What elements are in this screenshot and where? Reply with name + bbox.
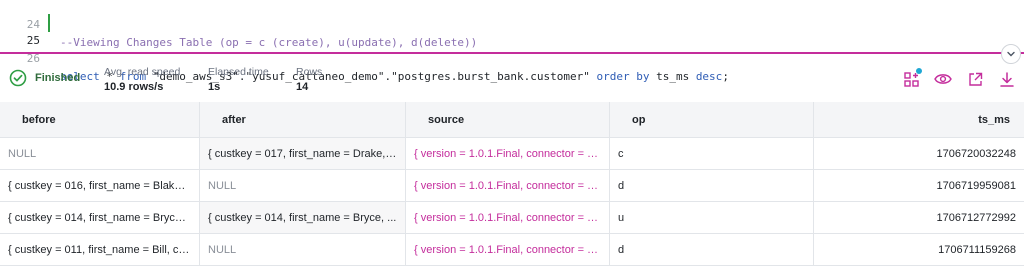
cell-ts-ms[interactable]: 1706719959081 — [814, 170, 1024, 201]
cell-value: 1706711159268 — [938, 243, 1016, 256]
column-header-after[interactable]: after — [200, 102, 406, 137]
status-label: Finished — [35, 72, 81, 84]
cell-before[interactable]: { custkey = 011, first_name = Bill, cit.… — [0, 234, 200, 265]
column-header-before[interactable]: before — [0, 102, 200, 137]
status-finished: Finished — [9, 69, 80, 87]
cell-op[interactable]: d — [610, 234, 814, 265]
cell-ts-ms[interactable]: 1706711159268 — [814, 234, 1024, 265]
download-button[interactable] — [998, 70, 1016, 88]
cell-value: { version = 1.0.1.Final, connector = p..… — [414, 147, 601, 160]
stat-value: 1s — [208, 81, 221, 93]
cell-op[interactable]: d — [610, 170, 814, 201]
cell-value: { version = 1.0.1.Final, connector = p..… — [414, 179, 601, 192]
code-line-active[interactable]: 25 select * from "demo_aws_s3"."yusuf_ca… — [0, 14, 1024, 83]
cell-after[interactable]: NULL — [200, 234, 406, 265]
cell-value: d — [618, 243, 625, 256]
cell-source[interactable]: { version = 1.0.1.Final, connector = p..… — [406, 234, 610, 265]
stat-value: 14 — [296, 81, 309, 93]
stat-elapsed-time: Elapsed time 1s — [208, 65, 269, 96]
cell-ts-ms[interactable]: 1706712772992 — [814, 202, 1024, 233]
pane-divider[interactable] — [0, 52, 1024, 54]
cell-value: { version = 1.0.1.Final, connector = p..… — [414, 211, 601, 224]
external-link-icon — [968, 72, 982, 86]
column-header-ts-ms[interactable]: ts_ms — [814, 102, 1024, 137]
grid-icon — [903, 71, 919, 87]
cell-value: { custkey = 014, first_name = Bryce, ... — [208, 211, 397, 224]
open-external-button[interactable] — [966, 70, 984, 88]
cell-source[interactable]: { version = 1.0.1.Final, connector = p..… — [406, 138, 610, 169]
stat-key: Avg. read speed — [104, 66, 181, 78]
cell-value: { custkey = 016, first_name = Blake, ... — [8, 179, 191, 192]
table-header-row: before after source op ts_ms — [0, 102, 1024, 138]
notification-dot — [916, 68, 922, 74]
eye-icon — [934, 74, 952, 84]
table-row[interactable]: { custkey = 014, first_name = Bryce,... … — [0, 202, 1024, 234]
results-table: before after source op ts_ms NULL { cust… — [0, 102, 1024, 266]
cell-value: NULL — [8, 147, 37, 160]
preview-button[interactable] — [934, 70, 952, 88]
results-toolbar — [902, 68, 1016, 88]
stat-key: Rows — [296, 66, 323, 78]
cell-ts-ms[interactable]: 1706720032248 — [814, 138, 1024, 169]
stat-rows: Rows 14 — [296, 65, 322, 96]
cell-after[interactable]: NULL — [200, 170, 406, 201]
cell-value: { custkey = 017, first_name = Drake, ... — [208, 147, 397, 160]
cell-value: { custkey = 014, first_name = Bryce,... — [8, 211, 191, 224]
stat-value: 10.9 rows/s — [104, 81, 164, 93]
cell-op[interactable]: c — [610, 138, 814, 169]
cell-before[interactable]: NULL — [0, 138, 200, 169]
cell-value: NULL — [208, 243, 237, 256]
cell-value: { version = 1.0.1.Final, connector = p..… — [414, 243, 601, 256]
column-header-op[interactable]: op — [610, 102, 814, 137]
code-line[interactable]: 26 — [0, 32, 1024, 65]
cell-value: c — [618, 147, 624, 160]
cell-value: u — [618, 211, 625, 224]
table-row[interactable]: NULL { custkey = 017, first_name = Drake… — [0, 138, 1024, 170]
cell-value: 1706720032248 — [936, 147, 1016, 160]
grid-view-button[interactable] — [902, 68, 922, 88]
table-row[interactable]: { custkey = 016, first_name = Blake, ...… — [0, 170, 1024, 202]
sql-editor[interactable]: 24 --Viewing Changes Table (op = c (crea… — [0, 0, 1024, 83]
cell-value: { custkey = 011, first_name = Bill, cit.… — [8, 243, 191, 256]
cell-source[interactable]: { version = 1.0.1.Final, connector = p..… — [406, 202, 610, 233]
cell-value: NULL — [208, 179, 237, 192]
cell-value: 1706719959081 — [936, 179, 1016, 192]
download-icon — [1000, 71, 1014, 87]
active-line-marker — [48, 14, 50, 32]
cell-before[interactable]: { custkey = 016, first_name = Blake, ... — [0, 170, 200, 201]
results-status-bar: Finished Avg. read speed 10.9 rows/s Ela… — [0, 56, 1024, 102]
column-header-source[interactable]: source — [406, 102, 610, 137]
table-row[interactable]: { custkey = 011, first_name = Bill, cit.… — [0, 234, 1024, 266]
cell-after[interactable]: { custkey = 017, first_name = Drake, ... — [200, 138, 406, 169]
cell-source[interactable]: { version = 1.0.1.Final, connector = p..… — [406, 170, 610, 201]
check-circle-icon — [9, 69, 27, 87]
stat-read-speed: Avg. read speed 10.9 rows/s — [104, 65, 180, 96]
cell-after[interactable]: { custkey = 014, first_name = Bryce, ... — [200, 202, 406, 233]
stat-key: Elapsed time — [208, 66, 269, 78]
cell-value: d — [618, 179, 625, 192]
cell-value: 1706712772992 — [936, 211, 1016, 224]
cell-before[interactable]: { custkey = 014, first_name = Bryce,... — [0, 202, 200, 233]
cell-op[interactable]: u — [610, 202, 814, 233]
